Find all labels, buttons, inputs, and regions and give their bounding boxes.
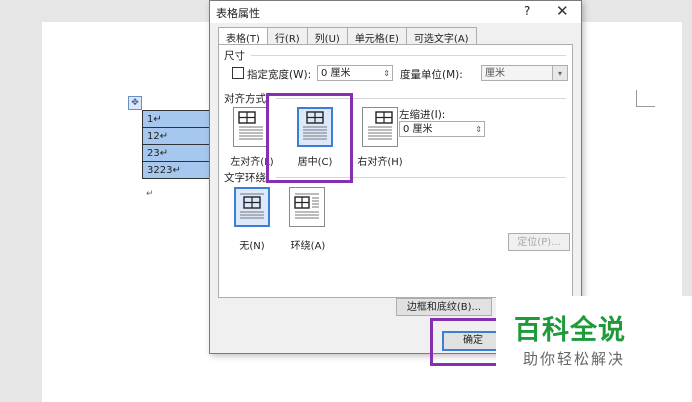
watermark-logo: 百科全说 助你轻松解决 xyxy=(496,296,692,402)
tab-column[interactable]: 列(U) xyxy=(306,27,348,45)
tab-cell[interactable]: 单元格(E) xyxy=(346,27,407,45)
close-icon[interactable]: ✕ xyxy=(556,2,569,20)
paragraph-mark: ↵ xyxy=(146,189,154,199)
preferred-width-label: 指定宽度(W): xyxy=(247,69,312,81)
ok-button-highlight xyxy=(430,318,500,366)
dialog-title: 表格属性 xyxy=(216,7,260,20)
page-corner-mark xyxy=(636,90,655,107)
spin-arrows-icon[interactable]: ⇕ xyxy=(475,122,482,138)
table-cell[interactable]: 1↵ xyxy=(142,110,210,128)
preferred-width-checkbox[interactable] xyxy=(232,67,244,79)
watermark-subtitle: 助你轻松解决 xyxy=(523,350,626,368)
align-right-label: 右对齐(H) xyxy=(357,157,403,168)
wrap-around-label: 环绕(A) xyxy=(290,241,326,252)
tab-row[interactable]: 行(R) xyxy=(266,27,308,45)
size-section-label: 尺寸 xyxy=(224,50,245,62)
wrap-none-option[interactable] xyxy=(234,187,270,227)
center-align-highlight xyxy=(266,93,353,183)
positioning-button[interactable]: 定位(P)... xyxy=(508,233,570,251)
left-indent-label: 左缩进(I): xyxy=(399,109,446,121)
align-right-option[interactable] xyxy=(362,107,398,147)
align-left-icon xyxy=(238,111,263,140)
measure-unit-select[interactable]: 厘米 ▾ xyxy=(481,65,568,81)
dialog-titlebar[interactable]: 表格属性 ? ✕ xyxy=(210,1,581,23)
table-cell[interactable]: 23↵ xyxy=(142,144,210,162)
measure-unit-value: 厘米 xyxy=(485,68,505,79)
wrap-none-label: 无(N) xyxy=(239,241,265,252)
tab-table[interactable]: 表格(T) xyxy=(218,27,268,45)
text-wrap-section-label: 文字环绕 xyxy=(224,172,266,184)
alignment-section-label: 对齐方式 xyxy=(224,93,266,105)
help-icon[interactable]: ? xyxy=(524,4,530,18)
tab-alt-text[interactable]: 可选文字(A) xyxy=(405,27,477,45)
preferred-width-input[interactable]: 0 厘米 ⇕ xyxy=(317,65,393,81)
wrap-around-icon xyxy=(294,193,319,219)
wrap-none-icon xyxy=(240,193,264,219)
borders-shading-button[interactable]: 边框和底纹(B)... xyxy=(396,298,492,316)
align-right-icon xyxy=(368,111,393,140)
chevron-down-icon[interactable]: ▾ xyxy=(552,66,567,80)
watermark-title: 百科全说 xyxy=(514,315,626,346)
wrap-around-option[interactable] xyxy=(289,187,325,227)
spin-arrows-icon[interactable]: ⇕ xyxy=(383,66,390,82)
table-cell[interactable]: 12↵ xyxy=(142,127,210,145)
left-indent-value: 0 厘米 xyxy=(403,124,433,135)
dialog-tabs: 表格(T) 行(R) 列(U) 单元格(E) 可选文字(A) xyxy=(218,27,477,45)
preferred-width-value: 0 厘米 xyxy=(321,68,351,79)
divider xyxy=(251,55,566,56)
move-handle-icon[interactable]: ✥ xyxy=(128,96,142,110)
align-left-option[interactable] xyxy=(233,107,269,147)
table-cell[interactable]: 3223↵ xyxy=(142,161,210,179)
measure-unit-label: 度量单位(M): xyxy=(400,69,463,81)
left-indent-input[interactable]: 0 厘米 ⇕ xyxy=(399,121,485,137)
